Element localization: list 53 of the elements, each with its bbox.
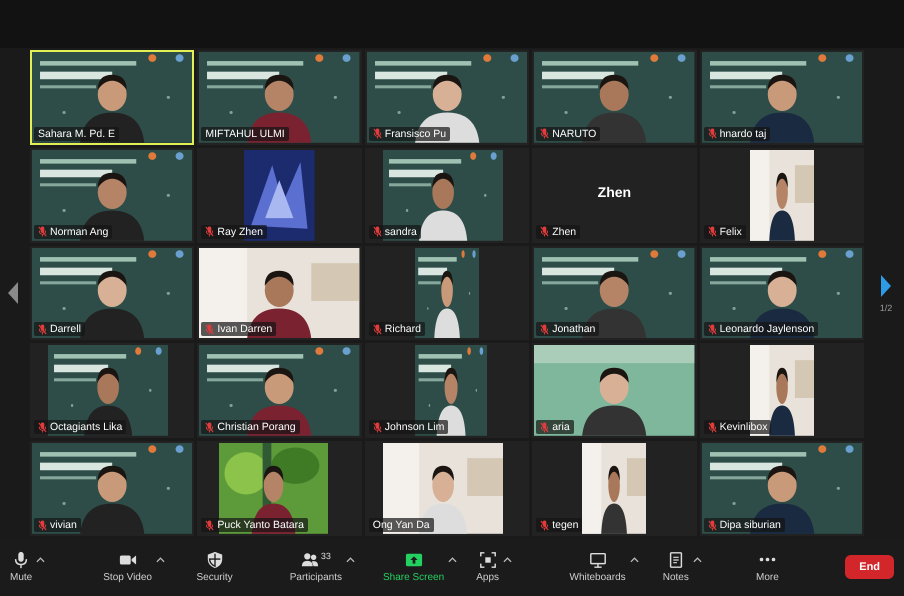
participant-name: tegen xyxy=(552,519,578,531)
participant-name: sandra xyxy=(384,226,417,238)
toolbar-button[interactable]: Whiteboards xyxy=(566,549,630,585)
next-page-icon[interactable] xyxy=(879,273,893,299)
apps-icon xyxy=(478,551,497,569)
participant-name: Norman Ang xyxy=(50,226,108,238)
participant-name: Zhen xyxy=(552,226,576,238)
participant-name: Octagiants Lika xyxy=(50,421,122,434)
participant-name: Zhen xyxy=(596,184,632,200)
participant-name: MIFTAHUL ULMI xyxy=(205,128,285,140)
caret-icon[interactable] xyxy=(692,557,702,563)
participant-name: Felix xyxy=(720,226,742,238)
participant-name: NARUTO xyxy=(552,128,596,140)
participant-name: hnardo taj xyxy=(720,128,766,140)
toolbar-button[interactable]: 33 Participants xyxy=(286,549,346,585)
toolbar-button[interactable]: Mute xyxy=(6,549,36,585)
participant-name: Puck Yanto Batara xyxy=(217,519,304,531)
caret-icon[interactable] xyxy=(448,557,458,563)
caret-icon[interactable] xyxy=(346,557,355,563)
participant-name: vivian xyxy=(50,519,77,531)
participant-name: Jonathan xyxy=(552,323,596,336)
participant-name: Kevinlibox xyxy=(720,421,768,434)
toolbar-button[interactable]: Apps xyxy=(472,549,504,585)
toolbar-button[interactable]: Security xyxy=(192,549,237,585)
caret-icon[interactable] xyxy=(156,557,165,563)
previous-page-icon[interactable] xyxy=(6,280,20,306)
participant-name: Fransisco Pu xyxy=(384,128,446,140)
toolbar-button[interactable]: Notes xyxy=(658,549,693,585)
participant-name: Leonardo Jaylenson xyxy=(720,323,814,336)
more-icon xyxy=(758,557,776,562)
people-icon xyxy=(300,551,319,569)
toolbar-button[interactable]: Share Screen xyxy=(379,549,448,585)
whiteboard-icon xyxy=(588,551,607,569)
toolbar-button[interactable]: Stop Video xyxy=(99,549,156,585)
participant-name: Dipa siburian xyxy=(720,519,781,531)
participant-name: Johnson Lim xyxy=(384,421,444,434)
end-button[interactable]: End xyxy=(845,555,894,579)
toolbar-button[interactable]: More xyxy=(752,549,783,585)
participant-count: 33 xyxy=(320,551,331,561)
participant-name: Ong Yan Da xyxy=(372,519,430,531)
participant-name: Darrell xyxy=(50,323,81,336)
share-screen-icon xyxy=(404,551,423,569)
participant-name: aria xyxy=(552,421,570,434)
participant-name: Christian Porang xyxy=(217,421,296,434)
participant-name: Ivan Darren xyxy=(217,323,272,336)
caret-icon[interactable] xyxy=(36,557,46,563)
participant-name: Richard xyxy=(384,323,421,336)
participant-name: Sahara M. Pd. E xyxy=(38,128,116,140)
page-indicator: 1/2 xyxy=(880,303,892,313)
caret-icon[interactable] xyxy=(630,557,639,563)
shield-icon xyxy=(206,551,224,569)
caret-icon[interactable] xyxy=(503,557,512,563)
participant-name: Ray Zhen xyxy=(217,226,263,238)
